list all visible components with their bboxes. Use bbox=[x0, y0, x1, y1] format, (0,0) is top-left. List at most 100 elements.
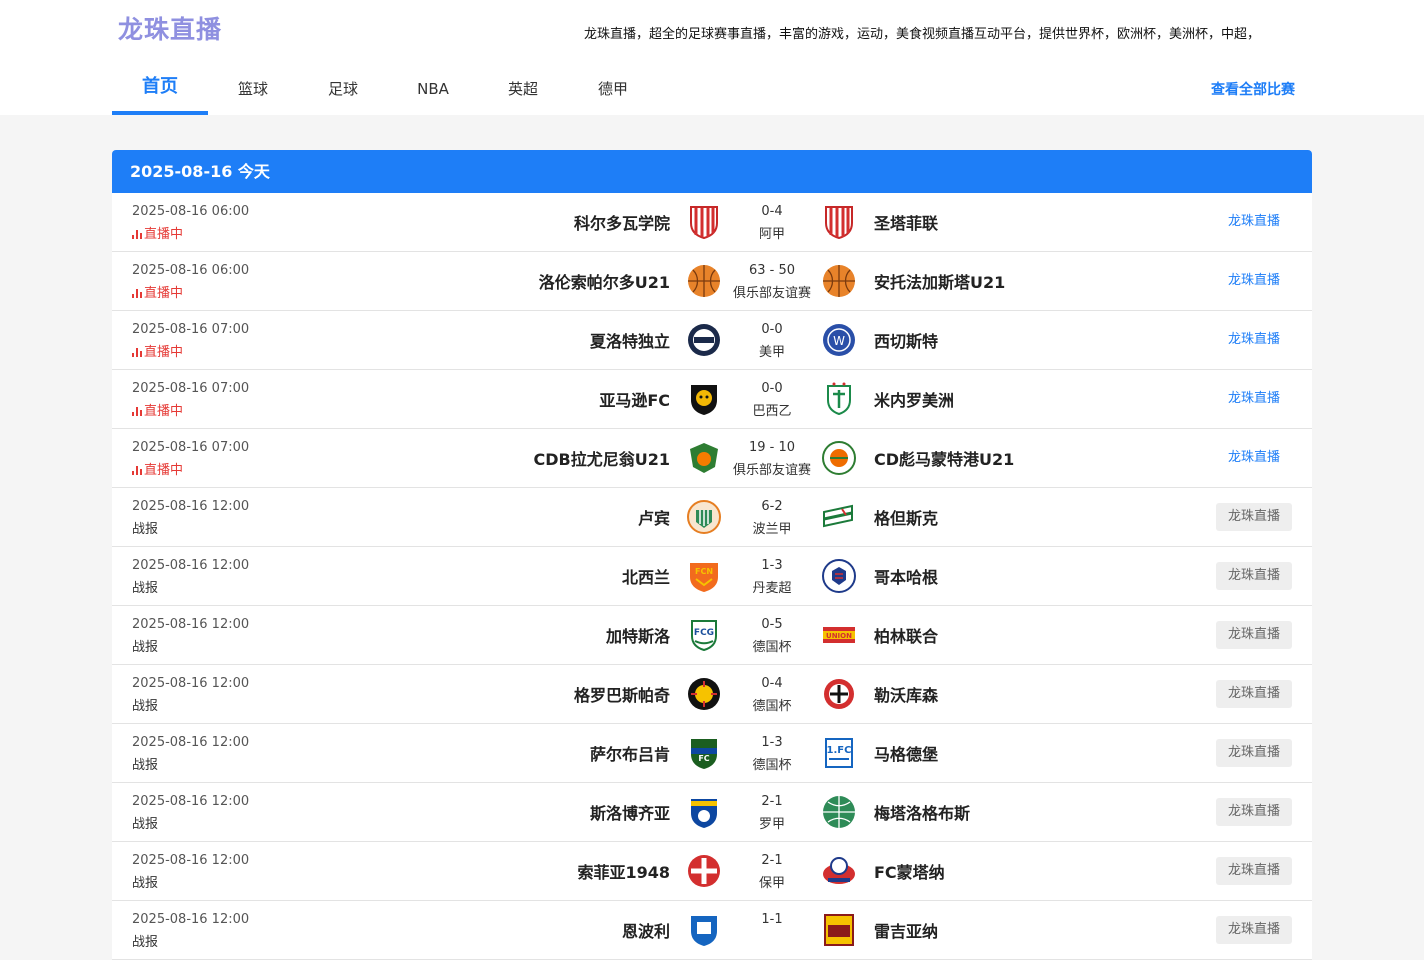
match-time: 2025-08-16 12:00 bbox=[132, 558, 250, 573]
match-time: 2025-08-16 12:00 bbox=[132, 794, 250, 809]
nav-bundesliga[interactable]: 德甲 bbox=[568, 62, 658, 115]
status-text: 直播中 bbox=[144, 463, 184, 478]
match-score: 2-1 bbox=[761, 794, 783, 809]
away-team-name[interactable]: 米内罗美洲 bbox=[874, 387, 954, 411]
watch-live-button[interactable]: 龙珠直播 bbox=[1216, 562, 1292, 590]
match-status: 直播中 bbox=[132, 459, 183, 478]
match-row[interactable]: 2025-08-16 06:00 直播中 洛伦索帕尔多U21 63 - 50 俱乐部友谊… bbox=[112, 252, 1312, 311]
view-all-matches-link[interactable]: 查看全部比赛 bbox=[1211, 79, 1295, 99]
match-row[interactable]: 2025-08-16 07:00 直播中 亚马逊FC 0-0 巴西乙 米内罗美洲 龙珠直播 bbox=[112, 370, 1312, 429]
watch-live-button[interactable]: 龙珠直播 bbox=[1216, 444, 1292, 472]
away-team-name[interactable]: 雷吉亚纳 bbox=[874, 918, 938, 942]
home-team-name[interactable]: 索菲亚1948 bbox=[577, 859, 670, 883]
watch-live-button[interactable]: 龙珠直播 bbox=[1216, 267, 1292, 295]
match-status[interactable]: 战报 bbox=[132, 636, 158, 655]
svg-text:W: W bbox=[833, 334, 845, 348]
match-status[interactable]: 战报 bbox=[132, 518, 158, 537]
home-team-name[interactable]: 科尔多瓦学院 bbox=[574, 210, 670, 234]
site-logo[interactable]: 龙珠直播 bbox=[118, 10, 222, 46]
watch-live-button[interactable]: 龙珠直播 bbox=[1216, 916, 1292, 944]
match-row[interactable]: 2025-08-16 12:00 战报 格罗巴斯帕奇 0-4 德国杯 勒沃库森 龙珠直播 bbox=[112, 665, 1312, 724]
match-time: 2025-08-16 06:00 bbox=[132, 263, 250, 278]
match-row[interactable]: 2025-08-16 12:00 战报 斯洛博齐亚 2-1 罗甲 梅塔洛格布斯 龙珠直播 bbox=[112, 783, 1312, 842]
match-status[interactable]: 战报 bbox=[132, 577, 158, 596]
match-score: 0-4 bbox=[761, 676, 783, 691]
watch-live-button[interactable]: 龙珠直播 bbox=[1216, 326, 1292, 354]
status-text: 直播中 bbox=[144, 227, 184, 242]
match-row[interactable]: 2025-08-16 12:00 战报 加特斯洛 FCG 0-5 德国杯 UNION 柏林联合… bbox=[112, 606, 1312, 665]
away-team-name[interactable]: 勒沃库森 bbox=[874, 682, 938, 706]
league-name: 美甲 bbox=[758, 345, 785, 360]
watch-live-button[interactable]: 龙珠直播 bbox=[1216, 385, 1292, 413]
green-shield-icon bbox=[820, 380, 858, 418]
away-team-name[interactable]: CD彪马蒙特港U21 bbox=[874, 446, 1014, 470]
watch-live-button[interactable]: 龙珠直播 bbox=[1216, 208, 1292, 236]
away-team-name[interactable]: 哥本哈根 bbox=[874, 564, 938, 588]
away-team-name[interactable]: FC蒙塔纳 bbox=[874, 859, 945, 883]
match-list: 2025-08-16 06:00 直播中 科尔多瓦学院 0-4 阿甲 圣塔菲联 龙珠直播 20… bbox=[112, 193, 1312, 960]
nav-premier-league[interactable]: 英超 bbox=[478, 62, 568, 115]
nav-nba[interactable]: NBA bbox=[388, 62, 478, 115]
status-text: 战报 bbox=[132, 935, 159, 950]
date-header: 2025-08-16 今天 bbox=[112, 150, 1312, 193]
match-row[interactable]: 2025-08-16 12:00 战报 萨尔布吕肯 FC 1-3 德国杯 1.FC 马格德堡 龙… bbox=[112, 724, 1312, 783]
away-team-name[interactable]: 柏林联合 bbox=[874, 623, 938, 647]
match-status[interactable]: 战报 bbox=[132, 754, 158, 773]
watch-live-button[interactable]: 龙珠直播 bbox=[1216, 739, 1292, 767]
away-team-name[interactable]: 安托法加斯塔U21 bbox=[874, 269, 1005, 293]
home-team-name[interactable]: 北西兰 bbox=[622, 564, 670, 588]
live-signal-icon bbox=[132, 289, 142, 298]
home-team-name[interactable]: 卢宾 bbox=[638, 505, 670, 529]
watch-live-button[interactable]: 龙珠直播 bbox=[1216, 798, 1292, 826]
match-row[interactable]: 2025-08-16 07:00 直播中 夏洛特独立 0-0 美甲 W 西切斯特 龙珠直播 bbox=[112, 311, 1312, 370]
league-name: 德国杯 bbox=[752, 699, 792, 714]
away-team-name[interactable]: 西切斯特 bbox=[874, 328, 938, 352]
watch-live-button[interactable]: 龙珠直播 bbox=[1216, 621, 1292, 649]
match-row[interactable]: 2025-08-16 06:00 直播中 科尔多瓦学院 0-4 阿甲 圣塔菲联 龙珠直播 bbox=[112, 193, 1312, 252]
match-status[interactable]: 战报 bbox=[132, 931, 158, 950]
nav-basketball[interactable]: 篮球 bbox=[208, 62, 298, 115]
match-row[interactable]: 2025-08-16 12:00 战报 索菲亚1948 2-1 保甲 FC蒙塔纳 龙珠直播 bbox=[112, 842, 1312, 901]
league-name: 德国杯 bbox=[752, 758, 792, 773]
watch-live-button[interactable]: 龙珠直播 bbox=[1216, 503, 1292, 531]
nav-home[interactable]: 首页 bbox=[112, 62, 208, 115]
match-score: 0-0 bbox=[761, 322, 783, 337]
home-team-name[interactable]: CDB拉尤尼翁U21 bbox=[534, 446, 670, 470]
home-team-name[interactable]: 亚马逊FC bbox=[599, 387, 670, 411]
home-team-name[interactable]: 夏洛特独立 bbox=[590, 328, 670, 352]
green-flag-crest-icon bbox=[820, 498, 858, 536]
home-team-name[interactable]: 恩波利 bbox=[622, 918, 670, 942]
league-name: 德国杯 bbox=[752, 640, 792, 655]
red-ball-crest-icon bbox=[820, 852, 858, 890]
magdeburg-crest-icon: 1.FC bbox=[820, 734, 858, 772]
home-team-name[interactable]: 洛伦索帕尔多U21 bbox=[539, 269, 670, 293]
status-text: 战报 bbox=[132, 699, 159, 714]
match-score: 63 - 50 bbox=[748, 263, 796, 278]
home-team-name[interactable]: 萨尔布吕肯 bbox=[590, 741, 670, 765]
watch-live-button[interactable]: 龙珠直播 bbox=[1216, 680, 1292, 708]
match-row[interactable]: 2025-08-16 12:00 战报 恩波利 1-1 雷吉亚纳 龙珠直播 bbox=[112, 901, 1312, 960]
away-team-name[interactable]: 梅塔洛格布斯 bbox=[874, 800, 970, 824]
away-team-name[interactable]: 圣塔菲联 bbox=[874, 210, 938, 234]
svg-text:UNION: UNION bbox=[826, 632, 852, 640]
match-row[interactable]: 2025-08-16 12:00 战报 北西兰 FCN 1-3 丹麦超 哥本哈根 龙珠直播 bbox=[112, 547, 1312, 606]
home-team-name[interactable]: 格罗巴斯帕奇 bbox=[574, 682, 670, 706]
match-row[interactable]: 2025-08-16 12:00 战报 卢宾 6-2 波兰甲 格但斯克 龙珠直播 bbox=[112, 488, 1312, 547]
bayer-cross-icon bbox=[820, 675, 858, 713]
match-status[interactable]: 战报 bbox=[132, 813, 158, 832]
blue-round-crest-icon: W bbox=[820, 321, 858, 359]
match-score: 6-2 bbox=[761, 499, 783, 514]
match-row[interactable]: 2025-08-16 07:00 直播中 CDB拉尤尼翁U21 19 - 10 俱乐部友… bbox=[112, 429, 1312, 488]
away-team-name[interactable]: 马格德堡 bbox=[874, 741, 938, 765]
home-team-name[interactable]: 加特斯洛 bbox=[606, 623, 670, 647]
league-name: 保甲 bbox=[758, 876, 785, 891]
away-team-name[interactable]: 格但斯克 bbox=[874, 505, 938, 529]
match-time: 2025-08-16 12:00 bbox=[132, 617, 250, 632]
nav-football[interactable]: 足球 bbox=[298, 62, 388, 115]
match-status[interactable]: 战报 bbox=[132, 872, 158, 891]
home-team-name[interactable]: 斯洛博齐亚 bbox=[590, 800, 670, 824]
match-score: 1-1 bbox=[761, 912, 783, 927]
watch-live-button[interactable]: 龙珠直播 bbox=[1216, 857, 1292, 885]
status-text: 直播中 bbox=[144, 345, 184, 360]
match-status[interactable]: 战报 bbox=[132, 695, 158, 714]
